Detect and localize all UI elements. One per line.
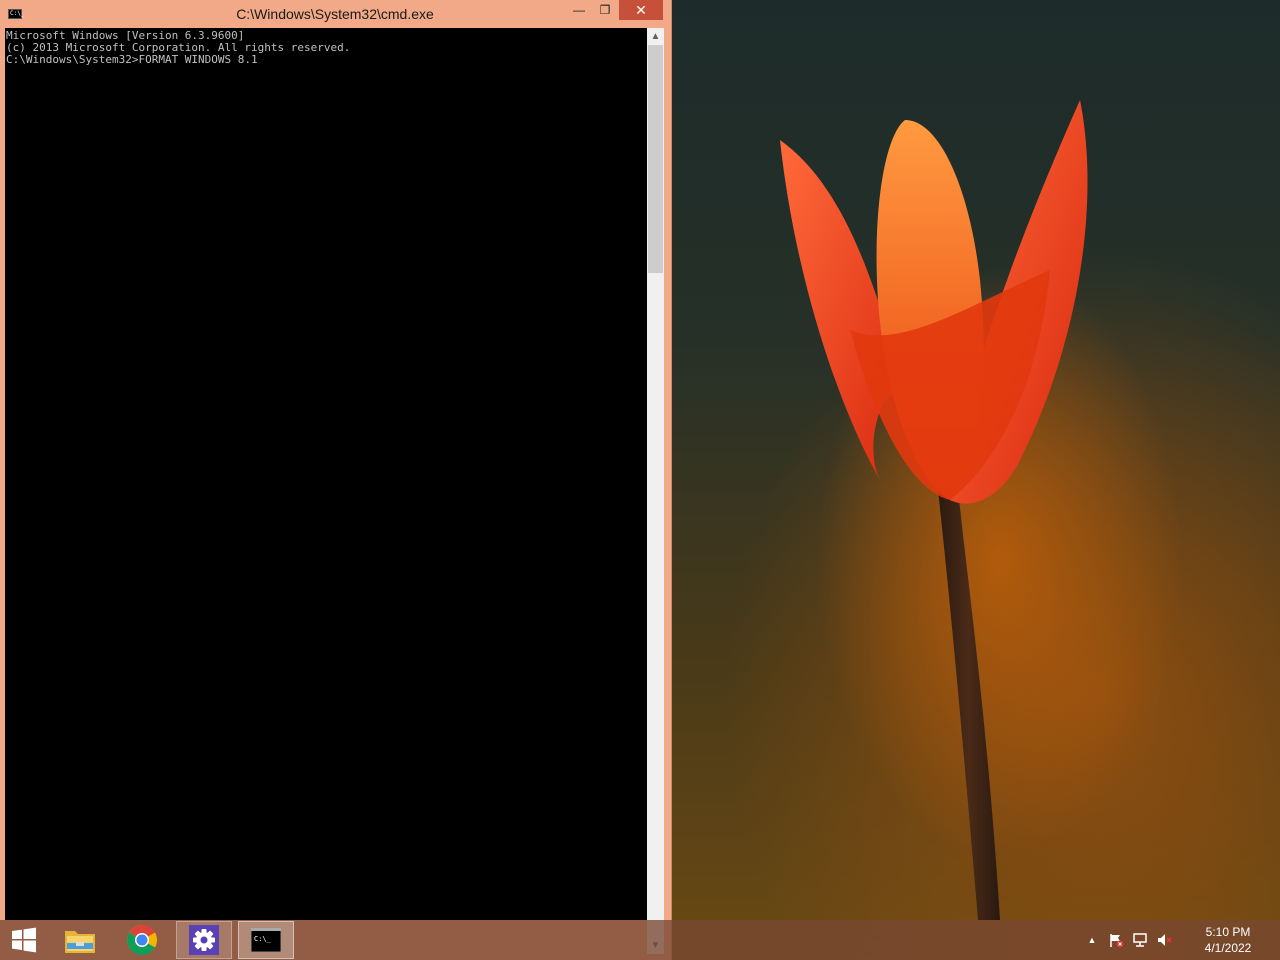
tulip-wallpaper-image	[780, 100, 1088, 920]
title-bar[interactable]: C:\_ C:\Windows\System32\cmd.exe — ❐ ✕	[0, 0, 672, 28]
taskbar: C:\_ ▲ 5:10 PM 4/1/2022	[0, 920, 1280, 960]
minimize-button[interactable]: —	[566, 0, 592, 20]
vertical-scrollbar[interactable]: ▲ ▼	[647, 28, 664, 954]
restore-button[interactable]: ❐	[592, 0, 618, 20]
chrome-icon	[126, 925, 158, 956]
start-button[interactable]	[0, 921, 48, 959]
close-button[interactable]: ✕	[619, 0, 663, 20]
file-explorer-icon	[65, 931, 95, 953]
command-prompt-icon: C:\_	[251, 928, 281, 952]
clock-time: 5:10 PM	[1205, 925, 1251, 939]
scroll-up-arrow-icon[interactable]: ▲	[647, 28, 664, 45]
cmd-icon-text: C:\_	[254, 935, 272, 943]
chrome-button[interactable]	[114, 921, 170, 959]
console-output[interactable]: Microsoft Windows [Version 6.3.9600] (c) …	[5, 28, 647, 920]
show-hidden-icons-chevron-icon[interactable]: ▲	[1084, 932, 1100, 948]
settings-button[interactable]	[176, 921, 232, 959]
cmd-task-button[interactable]: C:\_	[238, 921, 294, 959]
system-tray: ▲ 5:10 PM 4/1/2022	[1080, 920, 1280, 960]
windows-logo-icon	[12, 927, 36, 953]
explorer-button[interactable]	[52, 921, 108, 959]
action-center-flag-icon[interactable]	[1108, 932, 1124, 948]
clock-date: 4/1/2022	[1204, 941, 1252, 955]
network-icon[interactable]	[1132, 932, 1148, 948]
gear-icon	[189, 925, 219, 955]
volume-muted-icon[interactable]	[1156, 932, 1172, 948]
cmd-window[interactable]: C:\_ C:\Windows\System32\cmd.exe — ❐ ✕ M…	[0, 0, 672, 960]
console-prompt-line: C:\Windows\System32>FORMAT WINDOWS 8.1	[6, 53, 258, 66]
clock[interactable]: 5:10 PM 4/1/2022	[1184, 924, 1272, 956]
scroll-thumb[interactable]	[648, 45, 663, 273]
